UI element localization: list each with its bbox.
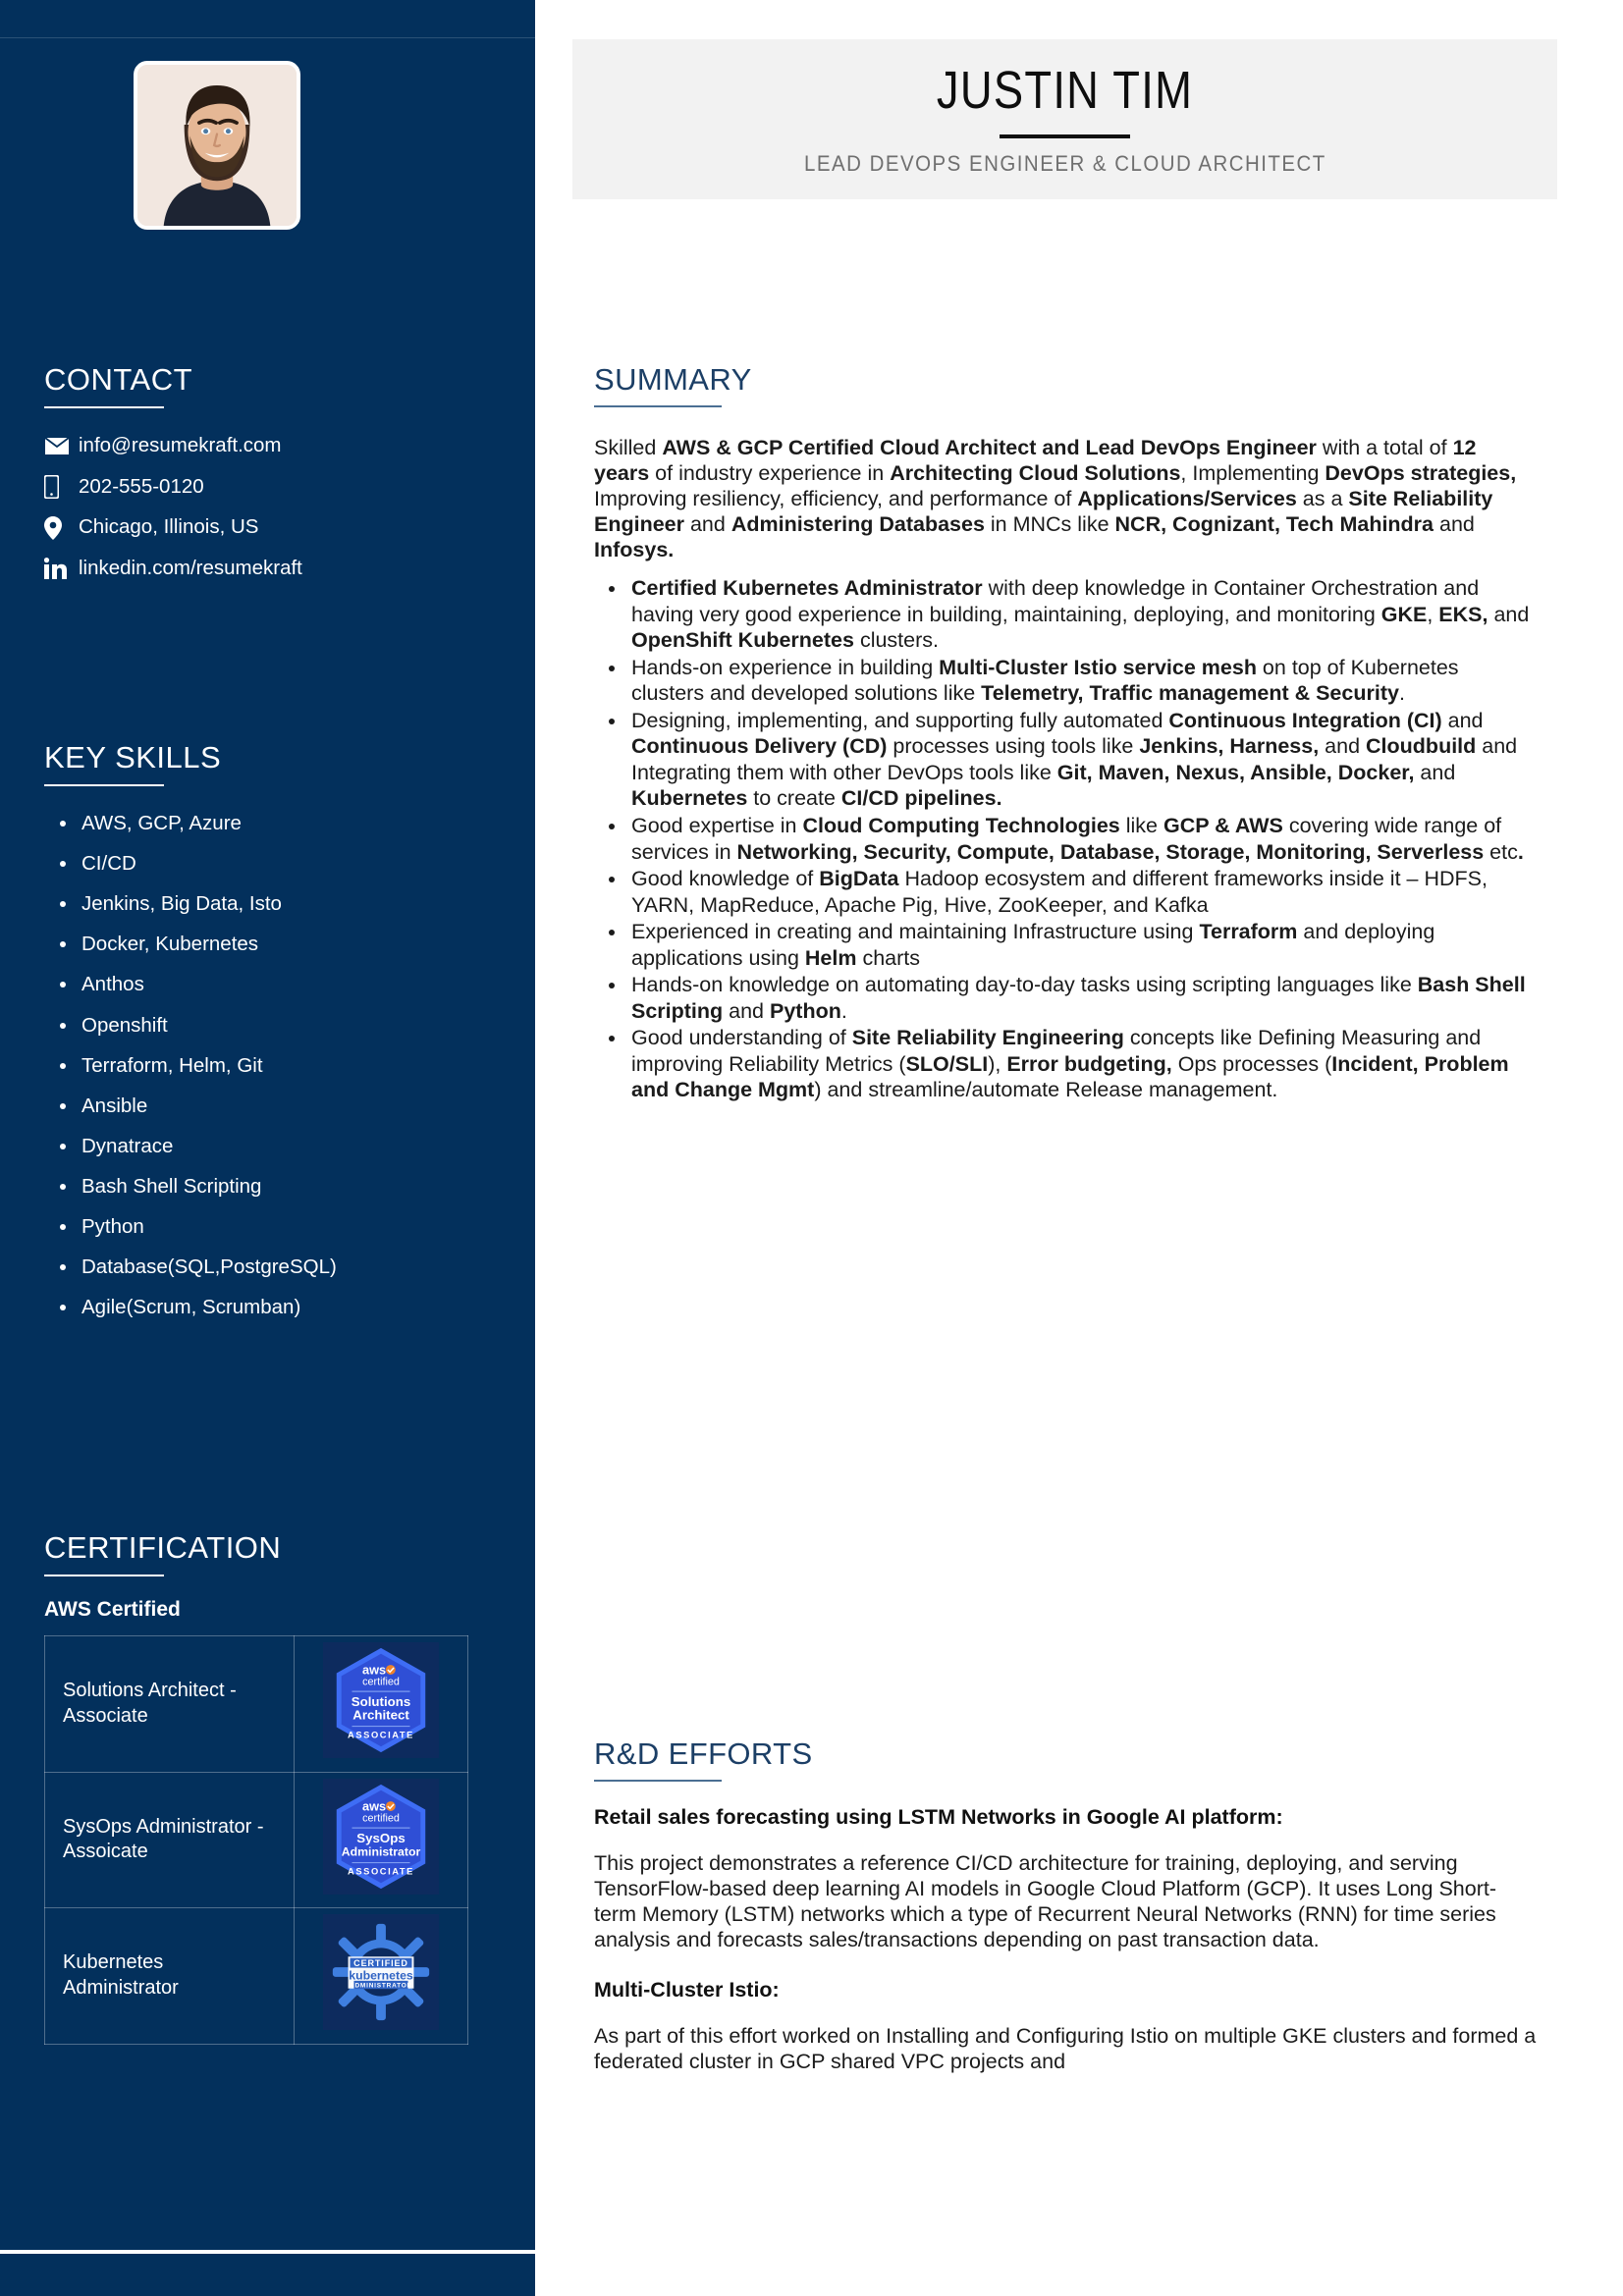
list-item: Designing, implementing, and supporting … (594, 708, 1537, 812)
list-item: Dynatrace (44, 1135, 506, 1159)
table-row: SysOps Administrator - Assoicate aws cer… (44, 1771, 468, 1909)
contact-item-email[interactable]: info@resumekraft.com (44, 434, 506, 458)
list-item: Good understanding of Site Reliability E… (594, 1025, 1537, 1103)
linkedin-icon (44, 558, 74, 580)
rnd-efforts-heading-rule (594, 1780, 722, 1783)
svg-text:ADMINISTRATOR: ADMINISTRATOR (350, 1983, 412, 1990)
list-item: Bash Shell Scripting (44, 1175, 506, 1200)
sidebar-top-divider (0, 37, 535, 38)
mobile-phone-icon (44, 474, 74, 499)
contact-heading: CONTACT (44, 362, 193, 397)
svg-text:aws: aws (362, 1663, 386, 1678)
certification-badge-cell: CERTIFIED kubernetes ADMINISTRATOR (294, 1907, 468, 2045)
certification-badge-cell: aws certified Solutions Architect ASSOCI… (294, 1635, 468, 1773)
table-row: Kubernetes Administrator CERTIFIED kuber… (44, 1907, 468, 2045)
rnd-efforts-section: R&D EFFORTS Retail sales forecasting usi… (594, 1736, 1537, 2087)
table-row: Solutions Architect - Associate aws cert… (44, 1635, 468, 1773)
contact-item-label: linkedin.com/resumekraft (79, 556, 302, 579)
sidebar-next-page (0, 2254, 535, 2296)
summary-section: SUMMARY Skilled AWS & GCP Certified Clou… (594, 362, 1537, 1104)
main-column: JUSTIN TIM LEAD DEVOPS ENGINEER & CLOUD … (572, 0, 1623, 2296)
svg-text:CERTIFIED: CERTIFIED (353, 1958, 408, 1968)
list-item: Certified Kubernetes Administrator with … (594, 575, 1537, 654)
svg-text:SysOps: SysOps (356, 1831, 405, 1845)
svg-text:kubernetes: kubernetes (349, 1969, 413, 1983)
map-pin-icon (44, 515, 74, 540)
key-skills-heading-rule (44, 784, 164, 787)
key-skills-heading: KEY SKILLS (44, 740, 222, 774)
certification-title: Solutions Architect - Associate (44, 1635, 295, 1773)
list-item: Experienced in creating and maintaining … (594, 919, 1537, 971)
list-item: Jenkins, Big Data, Isto (44, 892, 506, 917)
svg-text:Solutions: Solutions (352, 1694, 410, 1709)
certification-section: CERTIFICATION AWS Certified Solutions Ar… (44, 1530, 506, 2045)
name-band: JUSTIN TIM LEAD DEVOPS ENGINEER & CLOUD … (572, 39, 1557, 199)
svg-text:ASSOCIATE: ASSOCIATE (348, 1866, 414, 1876)
summary-bullet-list: Certified Kubernetes Administrator with … (594, 575, 1537, 1103)
page-title: JUSTIN TIM (936, 61, 1194, 120)
name-rule (1000, 134, 1130, 138)
summary-heading-rule (594, 405, 722, 408)
sidebar: CONTACT info@resumekraft.com 202-555-012… (0, 0, 535, 2296)
svg-text:aws: aws (362, 1798, 386, 1813)
contact-item-linkedin[interactable]: linkedin.com/resumekraft (44, 557, 506, 581)
contact-item-label: Chicago, Illinois, US (79, 515, 259, 539)
svg-text:Architect: Architect (352, 1708, 409, 1723)
rnd-project-body: As part of this effort worked on Install… (594, 2023, 1537, 2073)
contact-section: CONTACT info@resumekraft.com 202-555-012… (44, 362, 506, 597)
rnd-efforts-heading: R&D EFFORTS (594, 1736, 813, 1771)
list-item: CI/CD (44, 852, 506, 877)
contact-item-location[interactable]: Chicago, Illinois, US (44, 515, 506, 540)
envelope-icon (44, 437, 74, 455)
contact-item-phone[interactable]: 202-555-0120 (44, 475, 506, 500)
list-item: Good expertise in Cloud Computing Techno… (594, 813, 1537, 865)
list-item: Ansible (44, 1095, 506, 1119)
certification-badge-cell: aws certified SysOps Administrator ASSOC… (294, 1771, 468, 1909)
list-item: Hands-on knowledge on automating day-to-… (594, 972, 1537, 1024)
key-skills-section: KEY SKILLS AWS, GCP, Azure CI/CD Jenkins… (44, 740, 506, 1336)
job-title: LEAD DEVOPS ENGINEER & CLOUD ARCHITECT (803, 151, 1326, 176)
contact-heading-rule (44, 406, 164, 409)
list-item: Hands-on experience in building Multi-Cl… (594, 655, 1537, 707)
certification-heading: CERTIFICATION (44, 1530, 282, 1565)
rnd-project-title: Retail sales forecasting using LSTM Netw… (594, 1805, 1283, 1830)
list-item: AWS, GCP, Azure (44, 812, 506, 836)
list-item: Database(SQL,PostgreSQL) (44, 1255, 506, 1280)
contact-item-label: info@resumekraft.com (79, 434, 282, 457)
certified-kubernetes-administrator-badge: CERTIFIED kubernetes ADMINISTRATOR (323, 1914, 439, 2031)
summary-paragraph: Skilled AWS & GCP Certified Cloud Archit… (594, 436, 1517, 562)
svg-text:certified: certified (362, 1812, 400, 1824)
contact-item-label: 202-555-0120 (79, 474, 204, 498)
certification-title: Kubernetes Administrator (44, 1907, 295, 2045)
certification-heading-rule (44, 1575, 164, 1577)
svg-text:Administrator: Administrator (342, 1844, 421, 1858)
list-item: Python (44, 1215, 506, 1240)
list-item: Openshift (44, 1014, 506, 1039)
svg-text:certified: certified (362, 1676, 400, 1687)
certification-table: Solutions Architect - Associate aws cert… (44, 1635, 468, 2045)
list-item: Anthos (44, 973, 506, 997)
list-item: Good knowledge of BigData Hadoop ecosyst… (594, 866, 1537, 918)
rnd-project-body: This project demonstrates a reference CI… (594, 1850, 1496, 1951)
aws-certified-badge: aws certified Solutions Architect ASSOCI… (323, 1642, 439, 1759)
aws-certified-badge: aws certified SysOps Administrator ASSOC… (323, 1778, 439, 1895)
certification-subheading: AWS Certified (44, 1598, 181, 1622)
key-skills-list: AWS, GCP, Azure CI/CD Jenkins, Big Data,… (44, 812, 506, 1320)
certification-title: SysOps Administrator - Assoicate (44, 1771, 295, 1909)
contact-list: info@resumekraft.com 202-555-0120 Chicag… (44, 434, 506, 580)
resume-page: CONTACT info@resumekraft.com 202-555-012… (0, 0, 1623, 2296)
list-item: Agile(Scrum, Scrumban) (44, 1296, 506, 1320)
profile-photo (134, 61, 300, 230)
list-item: Docker, Kubernetes (44, 933, 506, 957)
rnd-project-title: Multi-Cluster Istio: (594, 1977, 780, 2002)
svg-text:ASSOCIATE: ASSOCIATE (348, 1730, 414, 1739)
summary-heading: SUMMARY (594, 362, 752, 397)
list-item: Terraform, Helm, Git (44, 1054, 506, 1079)
